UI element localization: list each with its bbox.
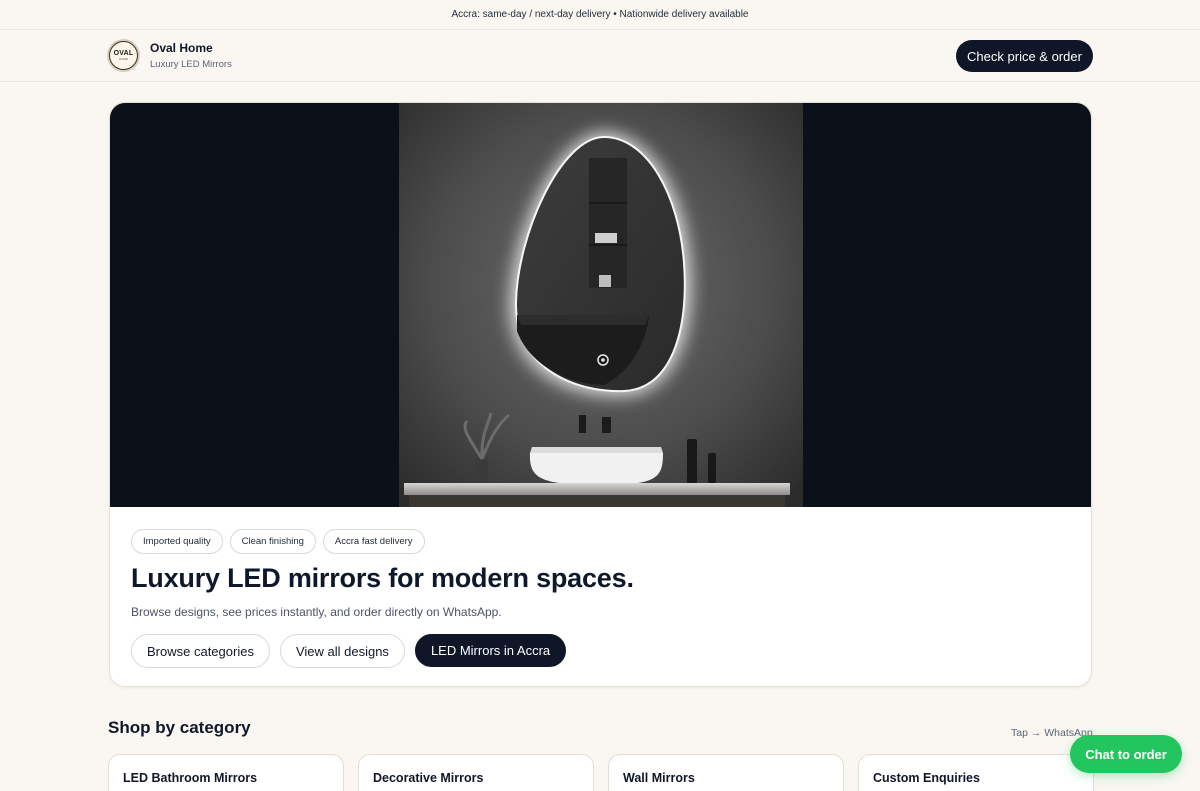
category-list: LED Bathroom Mirrors Decorative Mirrors … bbox=[108, 754, 1094, 791]
announcement-bar: Accra: same-day / next-day delivery • Na… bbox=[0, 0, 1200, 30]
logo-subtext: HOME bbox=[119, 57, 128, 61]
brand[interactable]: OVAL HOME Oval Home Luxury LED Mirrors bbox=[109, 41, 232, 70]
category-label: Custom Enquiries bbox=[873, 771, 980, 785]
hero-card: Imported quality Clean finishing Accra f… bbox=[109, 102, 1092, 687]
chat-to-order-button[interactable]: Chat to order bbox=[1070, 735, 1182, 773]
category-card-decorative[interactable]: Decorative Mirrors bbox=[358, 754, 594, 791]
led-mirrors-accra-button[interactable]: LED Mirrors in Accra bbox=[414, 634, 567, 667]
hero-subtitle: Browse designs, see prices instantly, an… bbox=[131, 605, 502, 619]
mirror-illustration bbox=[399, 103, 803, 507]
logo-icon: OVAL HOME bbox=[109, 41, 138, 70]
category-card-wall[interactable]: Wall Mirrors bbox=[608, 754, 844, 791]
logo-text: OVAL bbox=[113, 50, 134, 57]
brand-tagline: Luxury LED Mirrors bbox=[150, 59, 232, 70]
category-card-led-bathroom[interactable]: LED Bathroom Mirrors bbox=[108, 754, 344, 791]
category-card-custom[interactable]: Custom Enquiries bbox=[858, 754, 1094, 791]
chip-clean-finishing: Clean finishing bbox=[229, 529, 316, 554]
chip-imported-quality: Imported quality bbox=[131, 529, 223, 554]
check-price-order-button[interactable]: Check price & order bbox=[956, 40, 1093, 72]
site-header: OVAL HOME Oval Home Luxury LED Mirrors C… bbox=[0, 30, 1200, 82]
hero-content: Imported quality Clean finishing Accra f… bbox=[110, 507, 1091, 686]
view-all-designs-button[interactable]: View all designs bbox=[279, 634, 405, 668]
chip-accra-fast-delivery: Accra fast delivery bbox=[322, 529, 425, 554]
browse-categories-button[interactable]: Browse categories bbox=[131, 634, 270, 668]
hero-title: Luxury LED mirrors for modern spaces. bbox=[131, 563, 634, 593]
hero-media bbox=[110, 103, 1091, 507]
hero-actions: Browse categories View all designs LED M… bbox=[131, 634, 567, 668]
announcement-text: Accra: same-day / next-day delivery • Na… bbox=[451, 9, 749, 20]
brand-name: Oval Home bbox=[150, 41, 213, 55]
category-label: LED Bathroom Mirrors bbox=[123, 771, 258, 785]
category-label: Decorative Mirrors bbox=[373, 771, 484, 785]
hero-image bbox=[399, 103, 803, 507]
shop-by-category-title: Shop by category bbox=[108, 718, 251, 737]
brand-text: Oval Home Luxury LED Mirrors bbox=[150, 41, 232, 70]
category-label: Wall Mirrors bbox=[623, 771, 695, 785]
feature-chips: Imported quality Clean finishing Accra f… bbox=[131, 529, 425, 554]
